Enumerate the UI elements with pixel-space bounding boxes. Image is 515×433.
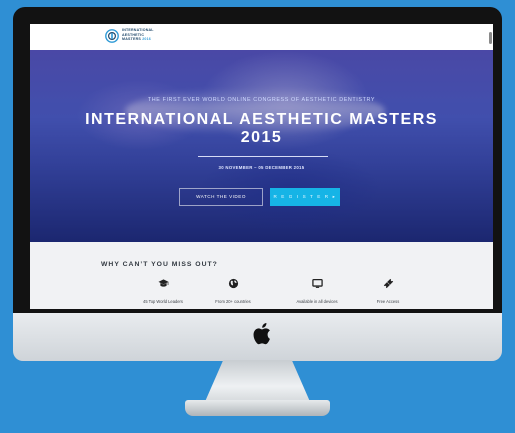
logo-emblem-icon — [105, 29, 119, 43]
feature-label: From 20+ countries — [215, 299, 251, 304]
feature-label: Free Access — [376, 299, 400, 304]
hero-banner: THE FIRST EVER WORLD ONLINE CONGRESS OF … — [30, 50, 493, 242]
feature-countries: From 20+ countries — [193, 278, 273, 308]
logo-year: 2016 — [142, 37, 151, 42]
logo-wordmark: INTERNATIONAL AESTHETIC MASTERS 2016 — [122, 28, 182, 42]
feature-free-access: Free Access — [348, 278, 428, 308]
feature-label: Available in all devices — [296, 299, 338, 304]
imac-stand — [204, 360, 311, 404]
apple-logo-icon — [253, 323, 270, 345]
ticket-icon — [383, 278, 393, 289]
hero-title: INTERNATIONAL AESTHETIC MASTERS 2015 — [30, 111, 493, 147]
graduation-cap-icon — [157, 279, 169, 287]
register-button[interactable]: R E G I S T E R ▸ — [270, 188, 340, 206]
imac-stand-foot — [185, 400, 330, 416]
feature-devices: Available in all devices — [277, 278, 357, 308]
watch-video-button[interactable]: WATCH THE VIDEO — [179, 188, 263, 206]
site-header: INTERNATIONAL AESTHETIC MASTERS 2016 — [30, 24, 493, 50]
hero-dates: 30 NOVEMBER – 05 DECEMBER 2015 — [218, 165, 305, 170]
hero-title-year: 2015 — [240, 129, 283, 146]
hero-kicker: THE FIRST EVER WORLD ONLINE CONGRESS OF … — [147, 97, 376, 103]
feature-speakers: 45 Top World Leaders — [123, 278, 203, 308]
hero-divider — [198, 156, 328, 157]
globe-icon — [228, 278, 238, 289]
why-section: WHY CAN’T YOU MISS OUT? 45 Top World Lea… — [30, 242, 493, 309]
logo-line-text: MASTERS — [122, 37, 141, 42]
imac-mockup: INTERNATIONAL AESTHETIC MASTERS 2016 THE… — [0, 0, 515, 433]
website-screen: INTERNATIONAL AESTHETIC MASTERS 2016 THE… — [30, 24, 493, 309]
feature-label: 45 Top World Leaders — [143, 299, 183, 304]
scrollbar-thumb[interactable] — [489, 32, 492, 44]
logo-line: MASTERS 2016 — [122, 37, 182, 42]
section-title: WHY CAN’T YOU MISS OUT? — [101, 261, 218, 268]
hero-title-line: INTERNATIONAL AESTHETIC MASTERS — [85, 111, 438, 128]
monitor-icon — [311, 279, 323, 288]
